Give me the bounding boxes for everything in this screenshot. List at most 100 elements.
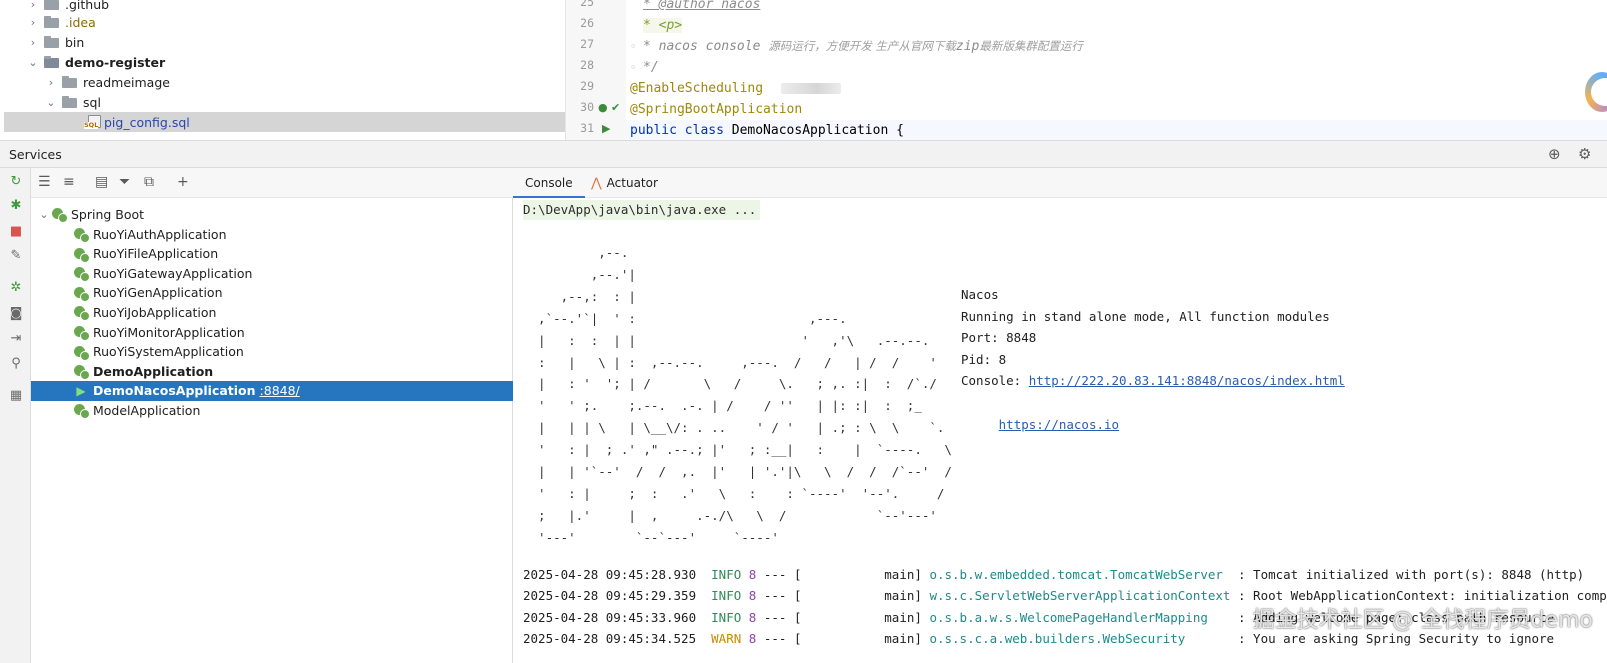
tree-item-pig-config-sql[interactable]: SQL pig_config.sql [4,112,565,132]
service-item[interactable]: DemoApplication [31,361,513,381]
tree-item-label: sql [83,94,101,110]
chevron-right-icon[interactable]: › [26,36,40,49]
bean-icon[interactable]: ● [598,101,608,114]
service-port-link[interactable]: :8848/ [260,383,300,398]
log-level: WARN [711,631,742,647]
line-number: 29 [580,79,594,93]
log-logger: o.s.b.a.w.s.WelcomePageHandlerMapping [929,609,1231,625]
log-separator: --- [ [756,609,802,625]
spring-boot-icon [73,286,90,302]
group-icon[interactable]: ▤ [95,174,108,190]
service-item[interactable]: RuoYiGatewayApplication [31,263,513,283]
spring-boot-icon [73,305,90,322]
spring-leaf-icon[interactable]: ✔ [611,101,620,114]
service-item[interactable]: RuoYiGenApplication [31,283,513,303]
target-icon[interactable]: ⊕ [1548,145,1561,163]
chevron-down-icon[interactable]: ⌄ [26,56,40,69]
log-separator: --- [ [756,631,802,647]
spring-boot-icon [73,247,90,263]
actuator-icon: ⋀ [591,176,602,191]
line-number: 30 [580,100,594,114]
code-line: * nacos console 源码运行，方便开发 生产从官网下载zip最新版集… [643,39,1083,54]
exit-icon[interactable]: ⇥ [8,331,24,347]
tree-item-label: readmeimage [83,74,170,90]
line-number: 25 [580,0,594,9]
running-icon: ▶ [76,383,86,398]
log-thread: main] [801,631,922,647]
code-editor[interactable]: 25 26 27 28 29 30 31 ● ✔ ▶ ◦ ◦ ◦ ◦ * @au… [566,0,1607,140]
service-item[interactable]: RuoYiMonitorApplication [31,322,513,342]
tree-item-readmeimage[interactable]: › readmeimage [44,72,170,92]
gear-icon[interactable]: ⚙ [1578,145,1591,163]
filter-icon[interactable]: ⏷ [119,174,130,190]
spring-boot-icon [73,345,90,361]
log-timestamp: 2025-04-28 09:45:34.525 [523,631,697,647]
log-logger: o.s.s.c.a.web.builders.WebSecurity [929,631,1231,647]
folder-icon [62,76,77,88]
service-item[interactable]: RuoYiAuthApplication [31,224,513,244]
console-output[interactable]: D:\DevApp\java\bin\java.exe ... ,--. ,--… [523,198,1607,663]
log-message: : Tomcat initialized with port(s): 8848 … [1230,567,1585,582]
tree-item-bin[interactable]: › bin [26,32,85,52]
attach-debugger-icon[interactable]: ✲ [8,280,24,296]
search-icon[interactable]: ⚲ [8,356,24,372]
log-timestamp: 2025-04-28 09:45:29.359 [523,588,697,604]
service-item[interactable]: RuoYiSystemApplication [31,342,513,362]
layout-icon[interactable]: ▦ [8,388,24,404]
java-command-line: D:\DevApp\java\bin\java.exe ... [523,200,761,220]
service-label: DemoApplication [93,363,214,379]
chevron-right-icon[interactable]: › [26,16,40,29]
services-tree-pane: ☰ ≡ ▤ ⏷ ⧉ + ⌄ Spring Boot RuoYiAuthAppli… [31,168,513,663]
chevron-right-icon[interactable]: › [26,0,40,11]
code-line: @SpringBootApplication [630,102,803,117]
service-label: RuoYiFileApplication [93,246,219,262]
service-item[interactable]: RuoYiFileApplication [31,244,513,264]
log-line: 2025-04-28 09:45:28.930 INFO 8 --- [ mai… [523,564,1584,585]
stop-icon[interactable]: ■ [8,224,24,240]
tree-item-idea[interactable]: › .idea [26,12,96,32]
nacos-site-link[interactable]: https://nacos.io [999,417,1119,432]
tree-item-demo-register[interactable]: ⌄ demo-register [26,52,165,72]
log-separator: --- [ [756,567,802,582]
add-icon[interactable]: + [177,174,189,190]
module-folder-icon [44,56,59,68]
tree-item-label: .idea [65,14,96,30]
debug-icon[interactable]: ✱ [8,198,24,214]
chevron-down-icon[interactable]: ⌄ [44,96,58,109]
ai-assistant-icon[interactable] [1585,72,1607,112]
run-gutter-icon[interactable]: ▶ [602,122,610,135]
tab-console[interactable]: Console [513,168,585,198]
services-action-strip: ↻ ✱ ■ ✎ ✲ ◙ ⇥ ⚲ ▦ [0,168,31,663]
log-logger: o.s.b.w.embedded.tomcat.TomcatWebServer [929,567,1231,582]
folder-icon [62,96,77,108]
nacos-console-link[interactable]: http://222.20.83.141:8848/nacos/index.ht… [1029,373,1345,388]
rerun-icon[interactable]: ↻ [8,174,24,190]
camera-icon[interactable]: ◙ [8,306,24,322]
service-label: RuoYiSystemApplication [93,344,244,360]
tree-item-sql[interactable]: ⌄ sql [44,92,101,112]
expand-all-icon[interactable]: ☰ [38,174,51,190]
services-group-spring-boot[interactable]: ⌄ Spring Boot [31,204,513,224]
collapse-all-icon[interactable]: ≡ [63,174,75,190]
service-label: RuoYiAuthApplication [93,226,227,242]
fold-marker-icon[interactable]: ◦ [630,40,637,53]
service-item[interactable]: ▶ DemoNacosApplication:8848/ [31,380,513,401]
new-tab-icon[interactable]: ⧉ [144,174,154,190]
nacos-ascii-banner: ,--. ,--.'| ,--,: : | ,`--.'`| ' : ,---.… [538,245,952,545]
console-label: Console: [961,373,1029,389]
log-timestamp: 2025-04-28 09:45:33.960 [523,609,697,625]
service-item[interactable]: ModelApplication [31,400,513,420]
tab-actuator[interactable]: ⋀ Actuator [579,168,670,198]
spring-boot-icon [73,403,90,420]
service-label: RuoYiJobApplication [93,304,217,320]
chevron-down-icon[interactable]: ⌄ [37,208,51,221]
service-item[interactable]: RuoYiJobApplication [31,302,513,322]
log-thread: main] [801,609,922,625]
folder-icon [44,36,59,48]
spring-boot-icon [73,325,90,341]
chevron-right-icon[interactable]: › [44,76,58,89]
wrench-icon[interactable]: ✎ [8,248,24,264]
service-label: RuoYiGenApplication [93,285,223,301]
fold-marker-icon[interactable]: ◦ [630,61,637,74]
code-line: * <p> [643,18,683,33]
